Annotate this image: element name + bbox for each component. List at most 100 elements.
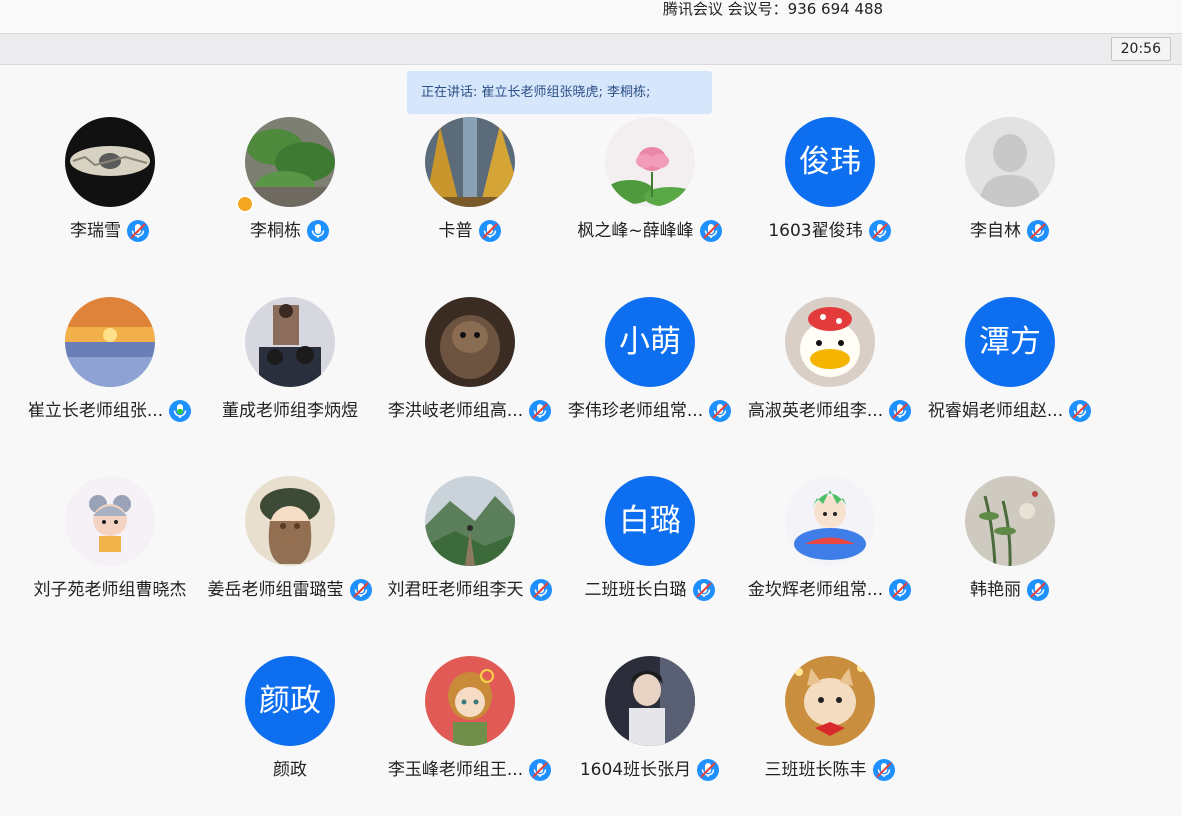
participant-tile[interactable]: 韩艳丽 — [920, 476, 1100, 636]
participant-tile[interactable]: 金坎辉老师组常... — [740, 476, 920, 636]
participant-name-row: 董成老师组李炳煜 — [200, 397, 380, 425]
participant-tile[interactable]: 李自林 — [920, 117, 1100, 277]
avatar[interactable] — [65, 476, 155, 566]
participant-name-row: 1604班长张月 — [560, 756, 740, 784]
mic-muted-icon[interactable] — [708, 399, 732, 423]
avatar[interactable] — [245, 297, 335, 387]
mic-muted-icon[interactable] — [696, 758, 720, 782]
participant-tile[interactable]: 李玉峰老师组王... — [380, 656, 560, 816]
participant-name: 三班班长陈丰 — [764, 760, 867, 780]
participant-name-row: 李瑞雪 — [20, 217, 200, 245]
participant-tile[interactable]: 高淑英老师组李... — [740, 297, 920, 457]
mic-muted-icon[interactable] — [349, 578, 373, 602]
avatar-initials[interactable]: 俊玮 — [785, 117, 875, 207]
participant-name: 李玉峰老师组王... — [387, 760, 524, 780]
participant-name-row: 刘君旺老师组李天 — [380, 576, 560, 604]
participant-tile[interactable]: 白璐 二班班长白璐 — [560, 476, 740, 636]
avatar-initials[interactable]: 白璐 — [605, 476, 695, 566]
participant-tile[interactable]: 李洪岐老师组高... — [380, 297, 560, 457]
mic-muted-icon[interactable] — [872, 758, 896, 782]
avatar-initials[interactable]: 小萌 — [605, 297, 695, 387]
participant-tile[interactable]: 潭方 祝睿娟老师组赵... — [920, 297, 1100, 457]
avatar[interactable] — [785, 476, 875, 566]
participant-tile[interactable]: 刘君旺老师组李天 — [380, 476, 560, 636]
mic-on-icon[interactable] — [306, 219, 330, 243]
participant-name: 李桐栋 — [250, 221, 301, 241]
participant-name: 李伟珍老师组常... — [567, 401, 704, 421]
participant-name: 二班班长白璐 — [584, 580, 687, 600]
mic-muted-icon[interactable] — [699, 219, 723, 243]
avatar[interactable] — [605, 656, 695, 746]
mic-muted-icon[interactable] — [528, 399, 552, 423]
participant-name: 卡普 — [438, 221, 473, 241]
participant-name-row: 祝睿娟老师组赵... — [920, 397, 1100, 425]
mic-muted-icon[interactable] — [888, 399, 912, 423]
participant-tile[interactable]: 小萌 李伟珍老师组常... — [560, 297, 740, 457]
participant-name-row: 颜政 — [200, 756, 380, 784]
participant-name: 刘子苑老师组曹晓杰 — [33, 580, 187, 600]
avatar[interactable] — [785, 297, 875, 387]
participant-name: 董成老师组李炳煜 — [222, 401, 358, 421]
avatar[interactable] — [245, 476, 335, 566]
participant-name-row: 李玉峰老师组王... — [380, 756, 560, 784]
mic-muted-icon[interactable] — [1068, 399, 1092, 423]
participant-tile[interactable]: 卡普 — [380, 117, 560, 277]
participant-tile[interactable]: 董成老师组李炳煜 — [200, 297, 380, 457]
participant-name: 高淑英老师组李... — [747, 401, 884, 421]
participant-name: 李自林 — [970, 221, 1021, 241]
meeting-info-bar: 20:56 — [0, 34, 1182, 65]
participant-tile[interactable]: 俊玮 1603翟俊玮 — [740, 117, 920, 277]
mic-muted-icon[interactable] — [478, 219, 502, 243]
participant-name: 1604班长张月 — [579, 760, 692, 780]
avatar-initials[interactable]: 潭方 — [965, 297, 1055, 387]
participant-name: 李瑞雪 — [70, 221, 121, 241]
mic-muted-icon[interactable] — [692, 578, 716, 602]
avatar-initials[interactable]: 颜政 — [245, 656, 335, 746]
avatar[interactable] — [425, 297, 515, 387]
mic-muted-icon[interactable] — [888, 578, 912, 602]
participant-name: 颜政 — [273, 760, 307, 780]
mic-muted-icon[interactable] — [126, 219, 150, 243]
mic-muted-icon[interactable] — [528, 758, 552, 782]
avatar[interactable] — [65, 117, 155, 207]
participant-name: 1603翟俊玮 — [768, 221, 863, 241]
participant-name-row: 三班班长陈丰 — [740, 756, 920, 784]
avatar[interactable] — [605, 117, 695, 207]
participant-name: 姜岳老师组雷璐莹 — [207, 580, 344, 600]
mic-muted-icon[interactable] — [868, 219, 892, 243]
participant-tile[interactable]: 李桐栋 — [200, 117, 380, 277]
avatar[interactable] — [425, 656, 515, 746]
mic-muted-icon[interactable] — [1026, 219, 1050, 243]
mic-muted-icon[interactable] — [529, 578, 553, 602]
participant-tile[interactable]: 枫之峰~薛峰峰 — [560, 117, 740, 277]
avatar[interactable] — [785, 656, 875, 746]
participant-name-row: 李伟珍老师组常... — [560, 397, 740, 425]
participant-tile[interactable]: 颜政 颜政 — [200, 656, 380, 816]
default-avatar-icon[interactable] — [965, 117, 1055, 207]
participant-name: 金坎辉老师组常... — [747, 580, 884, 600]
avatar[interactable] — [965, 476, 1055, 566]
participant-tile[interactable]: 李瑞雪 — [20, 117, 200, 277]
participant-tile[interactable]: 崔立长老师组张... — [20, 297, 200, 457]
window-title: 腾讯会议 会议号：936 694 488 — [662, 0, 884, 18]
participant-name-row: 枫之峰~薛峰峰 — [560, 217, 740, 245]
participant-tile[interactable]: 姜岳老师组雷璐莹 — [200, 476, 380, 636]
participant-tile[interactable]: 刘子苑老师组曹晓杰 — [20, 476, 200, 636]
participant-name: 李洪岐老师组高... — [387, 401, 524, 421]
participant-name-row: 李洪岐老师组高... — [380, 397, 560, 425]
participant-name-row: 1603翟俊玮 — [740, 217, 920, 245]
avatar[interactable] — [245, 117, 335, 207]
avatar[interactable] — [425, 476, 515, 566]
participant-name: 韩艳丽 — [970, 580, 1021, 600]
mic-speaking-icon[interactable] — [168, 399, 192, 423]
title-bar: 腾讯会议 会议号：936 694 488 — [0, 0, 1182, 34]
participant-name: 刘君旺老师组李天 — [387, 580, 524, 600]
avatar[interactable] — [65, 297, 155, 387]
avatar[interactable] — [425, 117, 515, 207]
participant-name: 祝睿娟老师组赵... — [927, 401, 1064, 421]
mic-muted-icon[interactable] — [1026, 578, 1050, 602]
participant-name-row: 金坎辉老师组常... — [740, 576, 920, 604]
participant-tile[interactable]: 三班班长陈丰 — [740, 656, 920, 816]
participant-name-row: 李自林 — [920, 217, 1100, 245]
participant-tile[interactable]: 1604班长张月 — [560, 656, 740, 816]
